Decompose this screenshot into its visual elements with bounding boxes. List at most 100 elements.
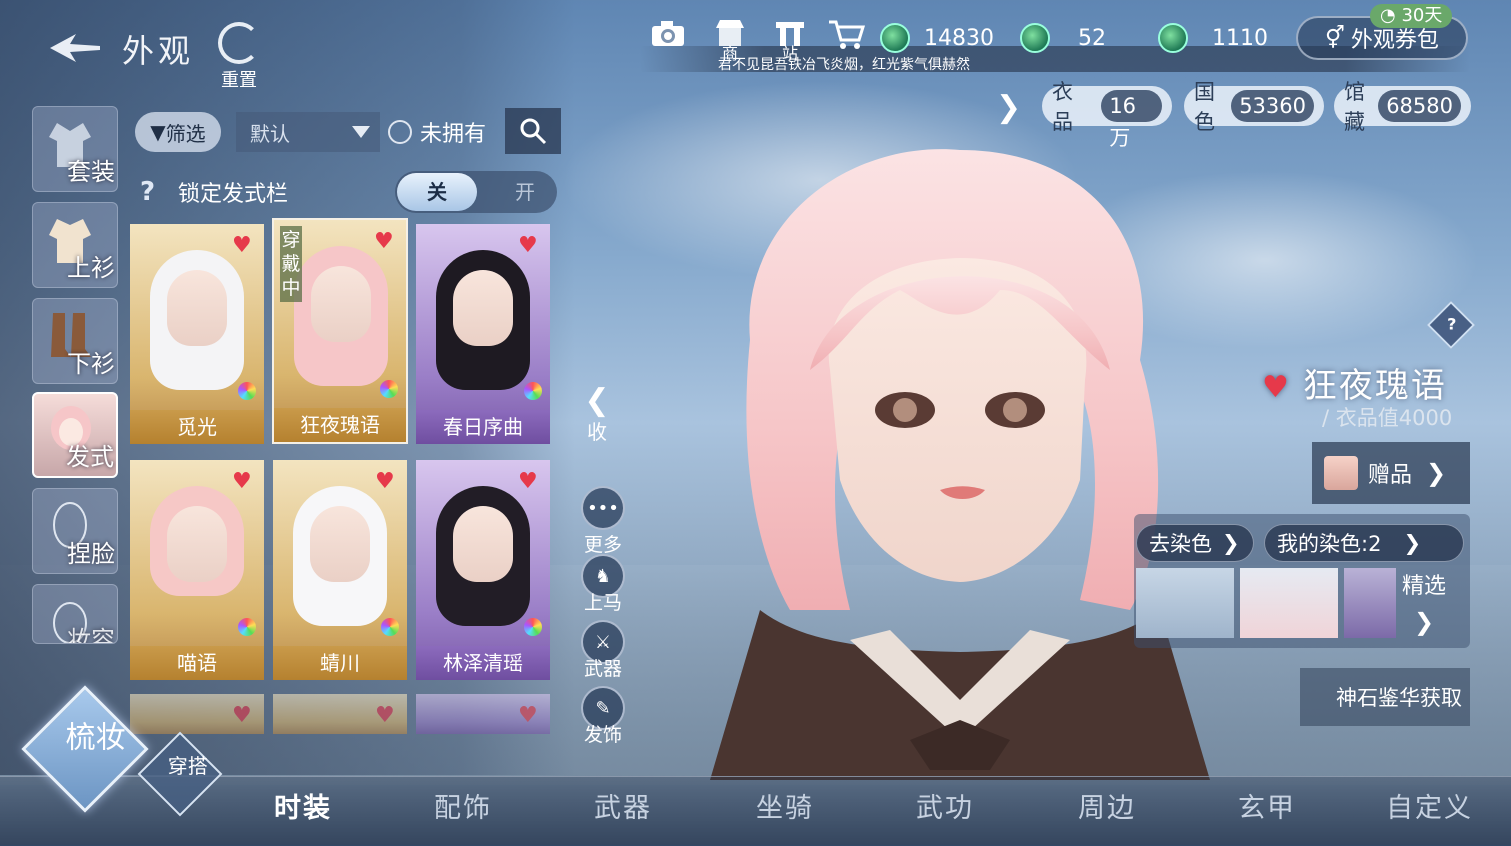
- category-tab-suit[interactable]: 套装: [32, 106, 118, 192]
- heart-icon[interactable]: ♥: [232, 471, 256, 493]
- green-gem-icon: [1158, 23, 1188, 53]
- hairstyle-card[interactable]: ♥ 蜻川: [273, 460, 407, 680]
- remove-dye-button[interactable]: 去染色 ❯: [1136, 524, 1254, 562]
- wearing-tag: 穿戴中: [280, 226, 302, 302]
- stat-beauty[interactable]: 国色 53360: [1184, 80, 1324, 134]
- hairstyle-card[interactable]: ♥ 春日序曲: [416, 224, 550, 444]
- tab-martial[interactable]: 武功: [916, 786, 974, 825]
- filter-button[interactable]: ▼ 筛选: [135, 112, 221, 152]
- heart-icon[interactable]: ♥: [374, 231, 398, 253]
- heart-icon[interactable]: ♥: [375, 471, 399, 493]
- heart-icon[interactable]: ♥: [232, 705, 256, 727]
- tab-weapons[interactable]: 武器: [594, 786, 652, 825]
- heart-icon[interactable]: ♥: [518, 705, 542, 727]
- chevron-right-icon: ❯: [1403, 531, 1422, 555]
- collapse-label: 收: [587, 420, 607, 444]
- toggle-off-option[interactable]: 关: [397, 173, 477, 211]
- category-tab-makeup[interactable]: 妆容: [32, 584, 118, 644]
- camera-icon[interactable]: [646, 18, 690, 58]
- collapse-button[interactable]: ❮ 收: [582, 386, 612, 445]
- tab-merch[interactable]: 周边: [1078, 786, 1136, 825]
- face-preview: [453, 270, 513, 346]
- stat-collection[interactable]: 馆藏 68580: [1334, 80, 1471, 134]
- stat-beauty-label: 国色: [1194, 80, 1215, 134]
- currency-2[interactable]: 52: [1020, 18, 1106, 58]
- dressing-label: 梳妆: [65, 720, 126, 756]
- currency-3[interactable]: 1110: [1158, 18, 1268, 58]
- category-tab-bottom[interactable]: 下衫: [32, 298, 118, 384]
- weapon-button[interactable]: ⚔ 武器: [577, 620, 629, 681]
- lock-label: 锁定发式栏: [178, 182, 289, 207]
- accessory-label: 发饰: [583, 724, 622, 746]
- tab-custom[interactable]: 自定义: [1386, 786, 1473, 825]
- hairstyle-card-partial[interactable]: ♥: [416, 694, 550, 734]
- category-label: 捏脸: [67, 540, 115, 568]
- mount-label: 上马: [583, 592, 622, 614]
- back-arrow-icon[interactable]: [46, 30, 102, 66]
- chevron-right-icon: ❯: [1413, 608, 1435, 636]
- more-button[interactable]: ••• 更多: [577, 486, 629, 557]
- hairstyle-card-selected[interactable]: 穿戴中 ♥ 狂夜瑰语: [272, 218, 408, 444]
- category-label: 发式: [66, 443, 114, 471]
- lock-hairstyle-row: ? 锁定发式栏: [140, 172, 288, 212]
- stat-style-label: 衣品: [1052, 80, 1073, 134]
- search-button[interactable]: [505, 108, 561, 154]
- stat-style-value: 16万: [1101, 90, 1162, 150]
- chevron-left-icon: ❮: [584, 383, 610, 418]
- my-dye-button[interactable]: 我的染色:2 ❯: [1264, 524, 1464, 562]
- item-title: ♥ 狂夜瑰语: [1262, 358, 1447, 407]
- category-tab-face[interactable]: 捏脸: [32, 488, 118, 574]
- unowned-radio[interactable]: [388, 120, 412, 144]
- tab-armor[interactable]: 玄甲: [1238, 786, 1296, 825]
- face-preview: [167, 270, 227, 346]
- shop-icon[interactable]: 商: [708, 18, 752, 63]
- heart-icon[interactable]: ♥: [232, 235, 256, 257]
- lock-toggle[interactable]: 关 开: [395, 171, 557, 213]
- obtain-source-button[interactable]: 神石鉴华获取: [1300, 668, 1470, 726]
- filter-label: 筛选: [165, 121, 206, 146]
- sort-value: 默认: [250, 121, 290, 146]
- dye-thumbnail[interactable]: [1344, 568, 1396, 638]
- hairstyle-card[interactable]: ♥ 喵语: [130, 460, 264, 680]
- outfit-label: 穿搭: [167, 754, 208, 779]
- rainbow-orb-icon: [524, 618, 542, 636]
- tab-accessories[interactable]: 配饰: [434, 786, 492, 825]
- tab-mounts[interactable]: 坐骑: [756, 786, 814, 825]
- heart-icon[interactable]: ♥: [1262, 370, 1291, 405]
- heart-icon[interactable]: ♥: [518, 471, 542, 493]
- category-tab-hairstyle[interactable]: 发式: [32, 392, 118, 478]
- reset-icon: [218, 22, 260, 64]
- heart-icon[interactable]: ♥: [518, 235, 542, 257]
- mount-button[interactable]: ♞ 上马: [577, 554, 629, 615]
- featured-button[interactable]: 精选 ❯: [1402, 568, 1446, 636]
- rainbow-orb-icon: [381, 618, 399, 636]
- accessory-button[interactable]: ✎ 发饰: [577, 686, 629, 747]
- category-tab-top[interactable]: 上衫: [32, 202, 118, 288]
- face-preview: [453, 506, 513, 582]
- dye-thumbnail[interactable]: [1240, 568, 1338, 638]
- toggle-on-option[interactable]: 开: [495, 173, 555, 211]
- reset-button[interactable]: 重置: [214, 22, 264, 91]
- currency-1[interactable]: 14830: [880, 18, 994, 58]
- stat-style[interactable]: 衣品 16万: [1042, 80, 1172, 150]
- sort-select[interactable]: 默认: [236, 112, 380, 152]
- tab-fashion[interactable]: 时装: [274, 786, 332, 825]
- dye-thumbnail[interactable]: [1136, 568, 1234, 638]
- heart-icon[interactable]: ♥: [375, 705, 399, 727]
- character-portrait[interactable]: [700, 140, 1220, 780]
- hairstyle-card-partial[interactable]: ♥: [273, 694, 407, 734]
- reset-label: 重置: [221, 70, 257, 91]
- category-label: 上衫: [67, 254, 115, 282]
- hairstyle-card-partial[interactable]: ♥: [130, 694, 264, 734]
- hairstyle-card[interactable]: ♥ 觅光: [130, 224, 264, 444]
- card-name: 觅光: [130, 410, 264, 444]
- stat-collection-value: 68580: [1378, 90, 1461, 122]
- gift-button[interactable]: 赠品 ❯: [1312, 442, 1470, 504]
- stat-beauty-value: 53360: [1231, 90, 1314, 122]
- cart-icon[interactable]: [824, 18, 868, 58]
- help-icon[interactable]: ?: [140, 177, 166, 207]
- unowned-filter[interactable]: 未拥有: [388, 116, 486, 148]
- station-icon[interactable]: 站: [768, 18, 812, 63]
- chevron-right-icon[interactable]: ❯: [996, 90, 1021, 125]
- hairstyle-card[interactable]: ♥ 林泽清瑶: [416, 460, 550, 680]
